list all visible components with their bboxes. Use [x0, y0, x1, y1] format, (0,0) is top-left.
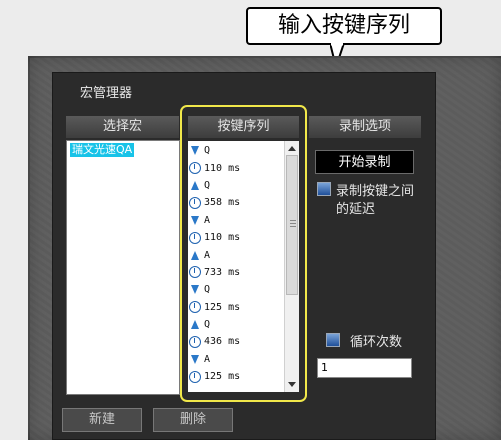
annotation-callout: 输入按键序列	[246, 7, 442, 45]
loop-count-checkbox[interactable]	[326, 333, 340, 347]
record-options-header: 录制选项	[309, 116, 421, 138]
start-recording-button[interactable]: 开始录制	[315, 150, 414, 174]
annotation-text: 输入按键序列	[277, 13, 410, 38]
record-delay-checkbox[interactable]	[317, 182, 331, 196]
loop-count-input[interactable]: 1	[317, 358, 412, 378]
macro-list[interactable]: 瑞文光速QA	[66, 140, 180, 395]
select-macro-header: 选择宏	[66, 116, 179, 138]
loop-count-label: 循环次数	[350, 335, 403, 350]
new-macro-button[interactable]: 新建	[62, 408, 142, 432]
window-title: 宏管理器	[80, 86, 133, 101]
record-delay-label: 录制按键之间	[336, 184, 415, 199]
macro-list-item[interactable]: 瑞文光速QA	[70, 143, 135, 157]
key-sequence-highlight	[180, 105, 307, 402]
record-delay-label-line2: 的延迟	[336, 202, 376, 217]
delete-macro-button[interactable]: 删除	[153, 408, 233, 432]
